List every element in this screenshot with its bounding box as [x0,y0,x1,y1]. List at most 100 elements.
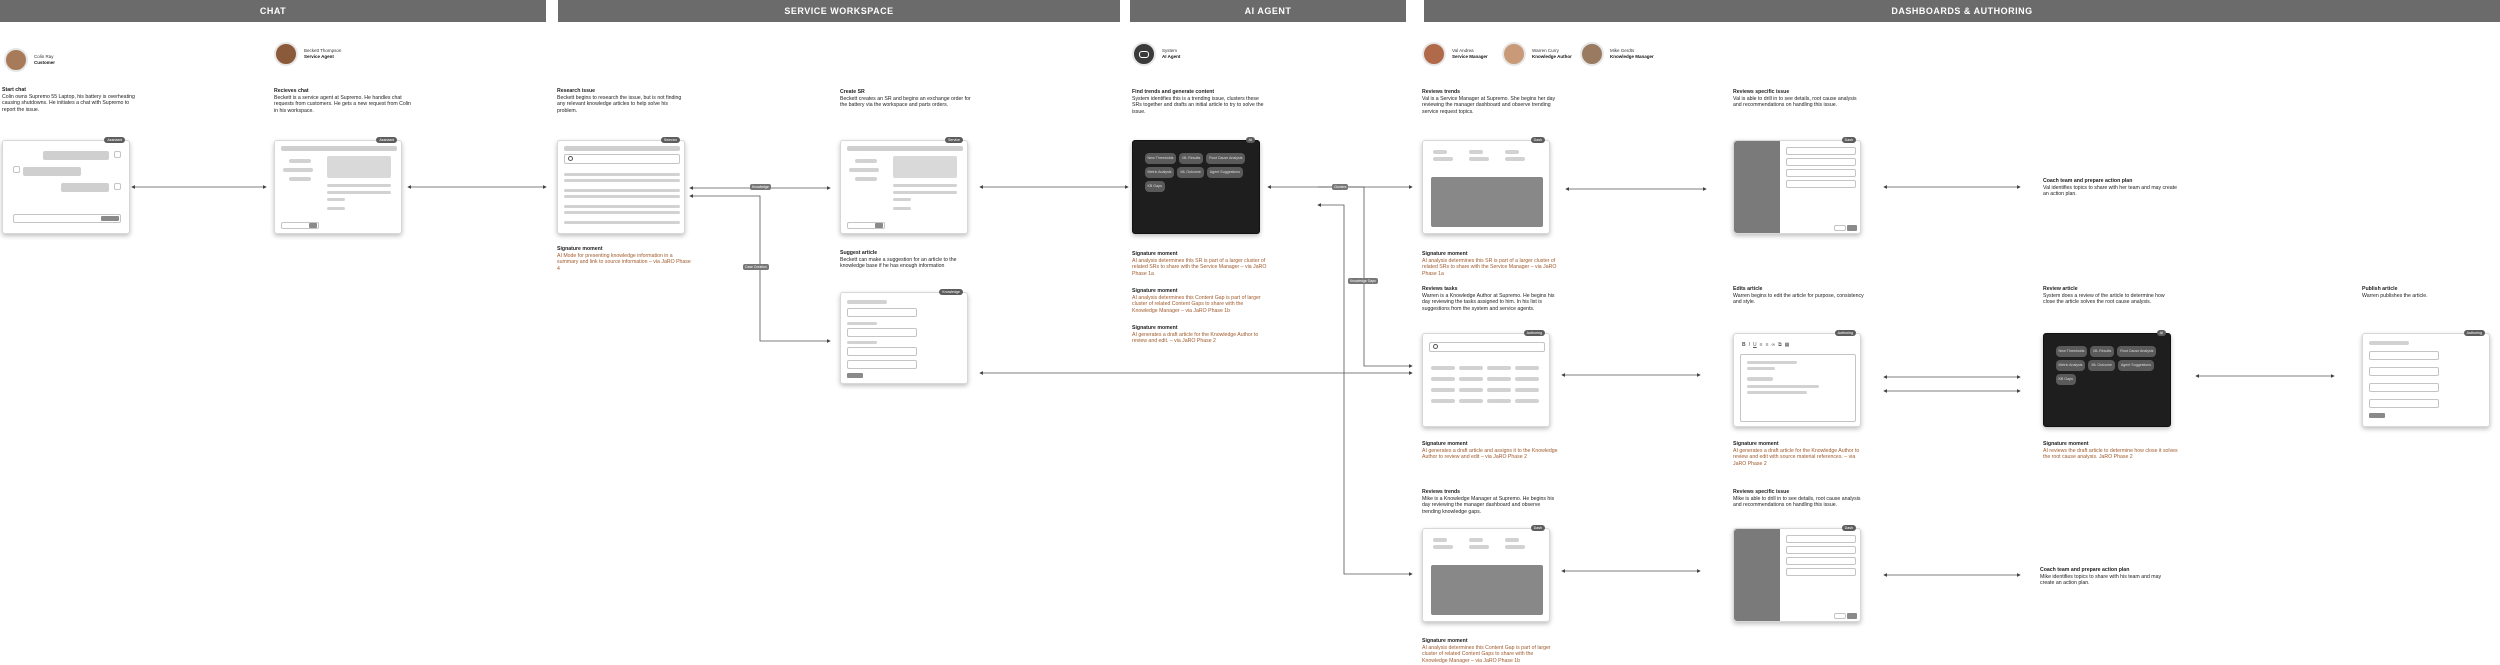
card-tag: Dash [1841,137,1856,143]
manager-dashboard-card[interactable]: Dash [1422,137,1550,234]
chat-window-card[interactable]: Assistant [2,137,130,234]
signature-moment: Signature moment AI reviews the draft art… [2043,441,2178,461]
insight-pill[interactable]: ML Results [1179,152,1204,164]
lane-dashboards-authoring: DASHBOARDS & AUTHORING [1424,0,2500,22]
search-icon [1433,344,1438,349]
gap-detail-card[interactable]: Dash [1733,525,1861,622]
card-tag: AI [1245,137,1255,143]
step-edits-article: Edits article Warren begins to edit the a… [1733,286,1864,306]
task-cell [1431,377,1455,381]
task-cell [1487,388,1511,392]
step-start-chat: Start chat Colin owns Supremo 55 Laptop, … [2,87,135,113]
signature-moment: Signature moment AI analysis determines t… [1422,251,1557,277]
task-cell [1487,377,1511,381]
step-suggest-article: Suggest article Beckett can make a sugges… [840,250,957,270]
signature-moment: Signature moment AI generates a draft art… [1733,441,1860,467]
insight-pill[interactable]: Root Cause Analysis [2117,345,2157,357]
italic-icon[interactable]: I [1749,342,1750,348]
card-tag: AI [2156,330,2166,336]
signature-moment: Signature moment AI analysis determines t… [1132,251,1267,277]
task-cell [1431,366,1455,370]
step-find-trends: Find trends and generate content System i… [1132,89,1264,115]
ai-clusters-card[interactable]: AI New Thresholds ML Results Root Cause An… [1132,137,1260,234]
insight-pill[interactable]: ML Results [2090,345,2115,357]
task-cell [1487,366,1511,370]
card-tag: Service [945,137,963,143]
lane-ai-agent: AI AGENT [1130,0,1406,22]
persona-role: Knowledge Manager [1610,54,1654,59]
knowledge-search-card[interactable]: Selector [557,137,685,234]
service-workspace-card[interactable]: Assistant [274,137,402,234]
task-cell [1515,366,1539,370]
send-button[interactable] [101,216,119,221]
insight-pill[interactable]: ML Outcome [2088,359,2115,371]
bold-icon[interactable]: B [1742,342,1746,348]
signature-moment: Signature moment AI analysis determines t… [1132,288,1261,314]
card-tag: Dash [1841,525,1856,531]
underline-icon[interactable]: U [1753,342,1757,348]
step-receives-chat: Recieves chat Beckett is a service agent … [274,88,411,114]
insight-pill[interactable]: Agent Suggestions [1206,166,1244,178]
editor-body[interactable] [1740,354,1856,422]
persona-role: Customer [34,60,56,65]
task-cell [1515,388,1539,392]
task-list-card[interactable]: Authoring [1422,330,1550,427]
insight-pill[interactable]: KB Gaps [1144,180,1165,192]
insight-pill[interactable]: New Thresholds [1144,152,1177,164]
insight-pill[interactable]: Metric Analysis [1144,166,1175,178]
insight-pill[interactable]: Root Cause Analysis [1206,152,1246,164]
knowledge-dashboard-card[interactable]: Dash [1422,525,1550,622]
step-research-issue: Research issue Beckett begins to research… [557,88,682,114]
suggest-article-card[interactable]: Knowledge [840,289,968,384]
signature-moment: Signature moment AI generates a draft art… [1422,441,1558,461]
flow-label: Knowledge [750,184,771,190]
lane-service-workspace: SERVICE WORKSPACE [558,0,1120,22]
publish-button[interactable] [2369,413,2385,418]
card-tag: Dash [1530,137,1545,143]
task-cell [1459,377,1483,381]
task-cell [1515,399,1539,403]
insight-pill[interactable]: New Thresholds [2055,345,2088,357]
article-editor-card[interactable]: Authoring B I U ≡ ≡ ∞ ⧉ ▦ [1733,330,1861,427]
insight-pill[interactable]: ML Outcome [1177,166,1204,178]
persona-customer: Colin Ray Customer [4,48,55,72]
card-tag: Authoring [2463,330,2485,336]
card-tag: Authoring [1834,330,1856,336]
persona-role: Service Manager [1452,54,1488,59]
flow-label: Case Creation [743,264,769,270]
list-icon[interactable]: ≡ [1760,342,1763,348]
insight-pill[interactable]: Metric Analysis [2055,359,2086,371]
issue-detail-card[interactable]: Dash [1733,137,1861,234]
create-sr-card[interactable]: Service [840,137,968,234]
insight-pill[interactable]: KB Gaps [2055,373,2076,385]
table-icon[interactable]: ▦ [1785,342,1790,348]
insight-pill[interactable]: Agent Suggestions [2117,359,2155,371]
knowledge-search-input[interactable] [564,154,680,164]
ai-review-card[interactable]: AI New Thresholds ML Results Root Cause An… [2043,330,2171,427]
task-cell [1459,399,1483,403]
knowledge-manager-avatar [1580,42,1604,66]
customer-avatar [4,48,28,72]
form-field[interactable] [847,360,917,369]
link-icon[interactable]: ∞ [1771,342,1775,348]
step-reviews-trends-mike: Reviews trends Mike is a Knowledge Manage… [1422,489,1555,515]
persona-ai-agent: System AI Agent [1132,42,1180,66]
align-icon[interactable]: ≡ [1766,342,1769,348]
editor-toolbar[interactable]: B I U ≡ ≡ ∞ ⧉ ▦ [1742,342,1789,348]
submit-button[interactable] [847,373,863,378]
task-search-input[interactable] [1429,342,1545,352]
persona-knowledge-author: Warren Curry Knowledge Author [1502,42,1572,66]
form-field[interactable] [847,347,917,356]
card-tag: Knowledge [939,289,963,295]
copy-icon[interactable]: ⧉ [1778,342,1782,348]
step-reviews-specific-val: Reviews specific issue Val is able to dri… [1733,89,1857,109]
service-manager-avatar [1422,42,1446,66]
step-reviews-tasks: Reviews tasks Warren is a Knowledge Autho… [1422,286,1555,312]
persona-role: Knowledge Author [1532,54,1572,59]
flow-label: Knowledge Gaps [1348,278,1378,284]
publish-article-card[interactable]: Authoring [2362,330,2490,427]
lane-chat: CHAT [0,0,546,22]
form-field[interactable] [847,308,917,317]
form-field[interactable] [847,328,917,337]
signature-moment: Signature moment AI generates a draft art… [1132,325,1259,345]
